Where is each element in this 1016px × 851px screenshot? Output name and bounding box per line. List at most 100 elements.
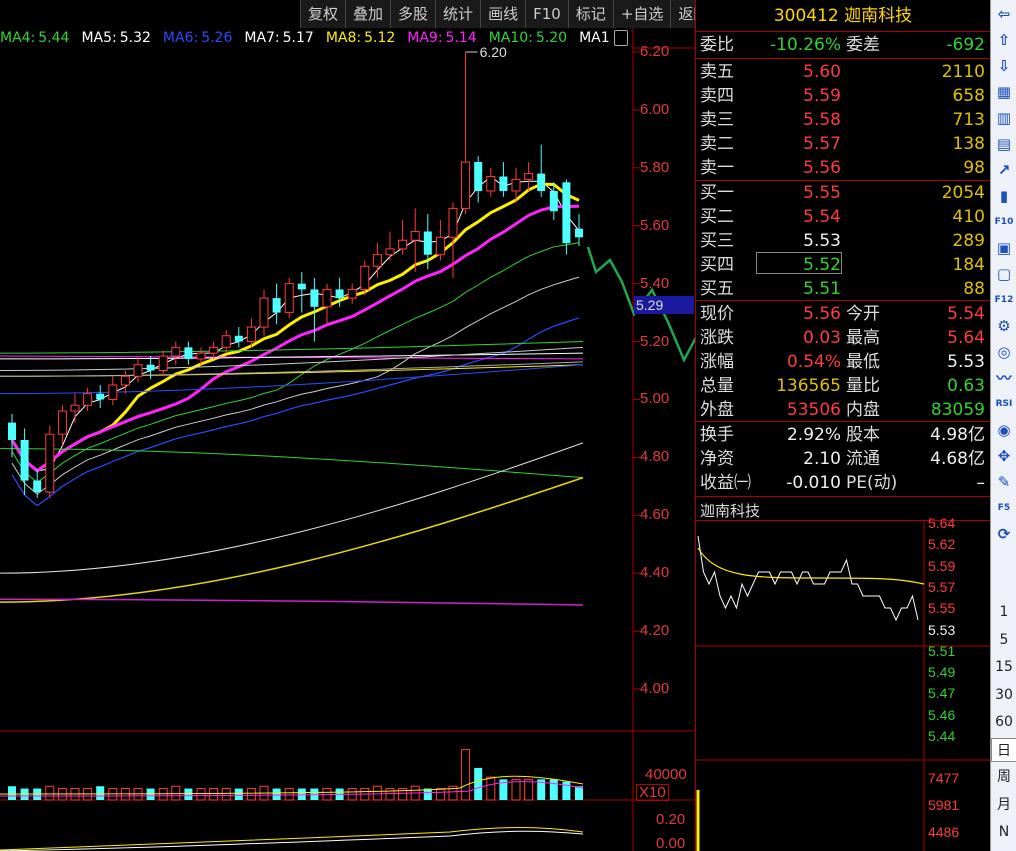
candle-icon[interactable]: ▮ bbox=[993, 185, 1015, 207]
candle[interactable] bbox=[272, 283, 281, 325]
toolbar-button-5[interactable]: F10 bbox=[525, 0, 568, 28]
fin-value: 2.10 bbox=[803, 449, 841, 469]
f10-icon[interactable]: F10 bbox=[993, 211, 1015, 233]
candle[interactable] bbox=[96, 384, 105, 409]
candle[interactable] bbox=[221, 329, 231, 354]
ma-line bbox=[11, 175, 580, 472]
side-toolbar: ⇦ ⇧ ⇩ ▦ ▥ ▤ ↗ ▮ F10 ▣ ▢ F12 ⚙ ◎ 〰 RSI ◉ ✥ ✎ F5 ⟳ 1 5 15 30 60 日周月 N bbox=[990, 0, 1016, 851]
period-30[interactable]: 30 bbox=[991, 683, 1016, 707]
candle[interactable] bbox=[45, 425, 55, 498]
candle[interactable] bbox=[108, 376, 118, 406]
candle[interactable] bbox=[234, 327, 243, 348]
candle[interactable] bbox=[83, 387, 93, 412]
candle[interactable] bbox=[435, 219, 445, 261]
arrow-left-icon[interactable]: ⇦ bbox=[993, 3, 1015, 25]
period-1[interactable]: 1 bbox=[991, 600, 1016, 624]
candle[interactable] bbox=[322, 283, 332, 325]
toolbar-button-7[interactable]: +自选 bbox=[612, 0, 671, 28]
settings-icon[interactable] bbox=[614, 30, 628, 46]
candle[interactable] bbox=[120, 370, 130, 394]
candle[interactable] bbox=[486, 167, 496, 197]
period-月[interactable]: 月 bbox=[991, 793, 1016, 817]
bookmark-icon[interactable]: ▢ bbox=[993, 263, 1015, 285]
candle[interactable] bbox=[575, 214, 583, 246]
y-tick-label: 5.00 bbox=[640, 390, 670, 408]
mini-price-label: 5.51 bbox=[928, 642, 956, 659]
bars-icon[interactable]: ▥ bbox=[993, 107, 1015, 129]
y-tick-label: 4.80 bbox=[640, 448, 670, 466]
candle[interactable] bbox=[347, 283, 357, 304]
indicator-tick-label: 0.20 bbox=[656, 811, 686, 828]
arrow-up-icon[interactable]: ⇧ bbox=[993, 29, 1015, 51]
candle[interactable] bbox=[146, 356, 155, 380]
candle[interactable] bbox=[33, 468, 42, 498]
candle[interactable] bbox=[284, 277, 294, 319]
chart-icon[interactable]: ▤ bbox=[993, 133, 1015, 155]
candle[interactable] bbox=[461, 52, 471, 215]
period-N[interactable]: N bbox=[991, 820, 1016, 844]
fin-value: 2.92% bbox=[786, 425, 841, 445]
candle[interactable] bbox=[20, 428, 29, 496]
period-60[interactable]: 60 bbox=[991, 710, 1016, 734]
candle[interactable] bbox=[562, 179, 571, 255]
mini-price-label: 5.62 bbox=[928, 536, 956, 553]
candle[interactable] bbox=[524, 162, 534, 191]
ma-label: MA10: bbox=[488, 30, 533, 46]
toolbar-button-3[interactable]: 统计 bbox=[435, 0, 480, 28]
wave-icon[interactable]: 〰 bbox=[993, 367, 1015, 389]
candle[interactable] bbox=[385, 231, 395, 261]
volume-bar bbox=[524, 778, 534, 801]
kline-chart[interactable]: 6.20 bbox=[0, 0, 695, 851]
stat-row: 总量 136565 量比 0.63 bbox=[696, 374, 991, 398]
bid-label: 买三 bbox=[700, 231, 734, 251]
pen-icon[interactable]: ✎ bbox=[993, 471, 1015, 493]
candle[interactable] bbox=[499, 162, 508, 197]
candle[interactable] bbox=[184, 341, 193, 365]
candle[interactable] bbox=[70, 393, 80, 423]
ma-legend-item: MA8: 5.12 bbox=[326, 30, 401, 46]
volume-bar bbox=[272, 788, 281, 800]
bid-volume: 2054 bbox=[941, 183, 985, 203]
candle[interactable] bbox=[537, 144, 546, 197]
y-tick-label: 6.00 bbox=[640, 100, 670, 118]
candle[interactable] bbox=[8, 413, 16, 458]
ask-volume: 658 bbox=[952, 86, 985, 106]
bid-row: 买二 5.54 410 bbox=[696, 205, 991, 229]
f5-icon[interactable]: F5 bbox=[993, 497, 1015, 519]
candle[interactable] bbox=[297, 272, 306, 313]
volume-bar bbox=[486, 776, 496, 801]
grid-icon[interactable]: ▦ bbox=[993, 81, 1015, 103]
toolbar-button-1[interactable]: 叠加 bbox=[345, 0, 390, 28]
period-周[interactable]: 周 bbox=[991, 765, 1016, 789]
ma-value: 5.14 bbox=[445, 30, 477, 46]
period-15[interactable]: 15 bbox=[991, 655, 1016, 679]
stock-header[interactable]: 300412 迦南科技 bbox=[696, 0, 990, 32]
candle[interactable] bbox=[259, 289, 269, 336]
toolbar-button-2[interactable]: 多股 bbox=[390, 0, 435, 28]
trend-icon[interactable]: ↗ bbox=[993, 159, 1015, 181]
toolbar-button-0[interactable]: 复权 bbox=[300, 0, 345, 28]
rsi-icon[interactable]: RSI bbox=[993, 393, 1015, 415]
stat-row: 涨幅 0.54% 最低 5.53 bbox=[696, 350, 991, 374]
mini-volume-label: 5981 bbox=[928, 797, 960, 813]
arrow-down-icon[interactable]: ⇩ bbox=[993, 55, 1015, 77]
tool-icon[interactable]: ⚙ bbox=[993, 315, 1015, 337]
candle[interactable] bbox=[209, 341, 219, 359]
toolbar-button-6[interactable]: 标记 bbox=[567, 0, 613, 28]
doc-icon[interactable]: ▣ bbox=[993, 237, 1015, 259]
f12-icon[interactable]: F12 bbox=[993, 289, 1015, 311]
stat-label: 量比 bbox=[846, 376, 880, 396]
sync-icon[interactable]: ⟳ bbox=[993, 523, 1015, 545]
bid-price: 5.54 bbox=[803, 207, 841, 227]
refresh-icon[interactable]: ◎ bbox=[993, 341, 1015, 363]
period-5[interactable]: 5 bbox=[991, 628, 1016, 652]
period-日[interactable]: 日 bbox=[991, 737, 1016, 762]
candle[interactable] bbox=[171, 341, 181, 365]
candle[interactable] bbox=[474, 156, 483, 203]
target-icon[interactable]: ◉ bbox=[993, 419, 1015, 441]
toolbar-button-4[interactable]: 画线 bbox=[480, 0, 525, 28]
candle[interactable] bbox=[158, 350, 168, 377]
move-icon[interactable]: ✥ bbox=[993, 445, 1015, 467]
bid-price: 5.55 bbox=[803, 183, 841, 203]
fin-label: 股本 bbox=[846, 425, 880, 445]
